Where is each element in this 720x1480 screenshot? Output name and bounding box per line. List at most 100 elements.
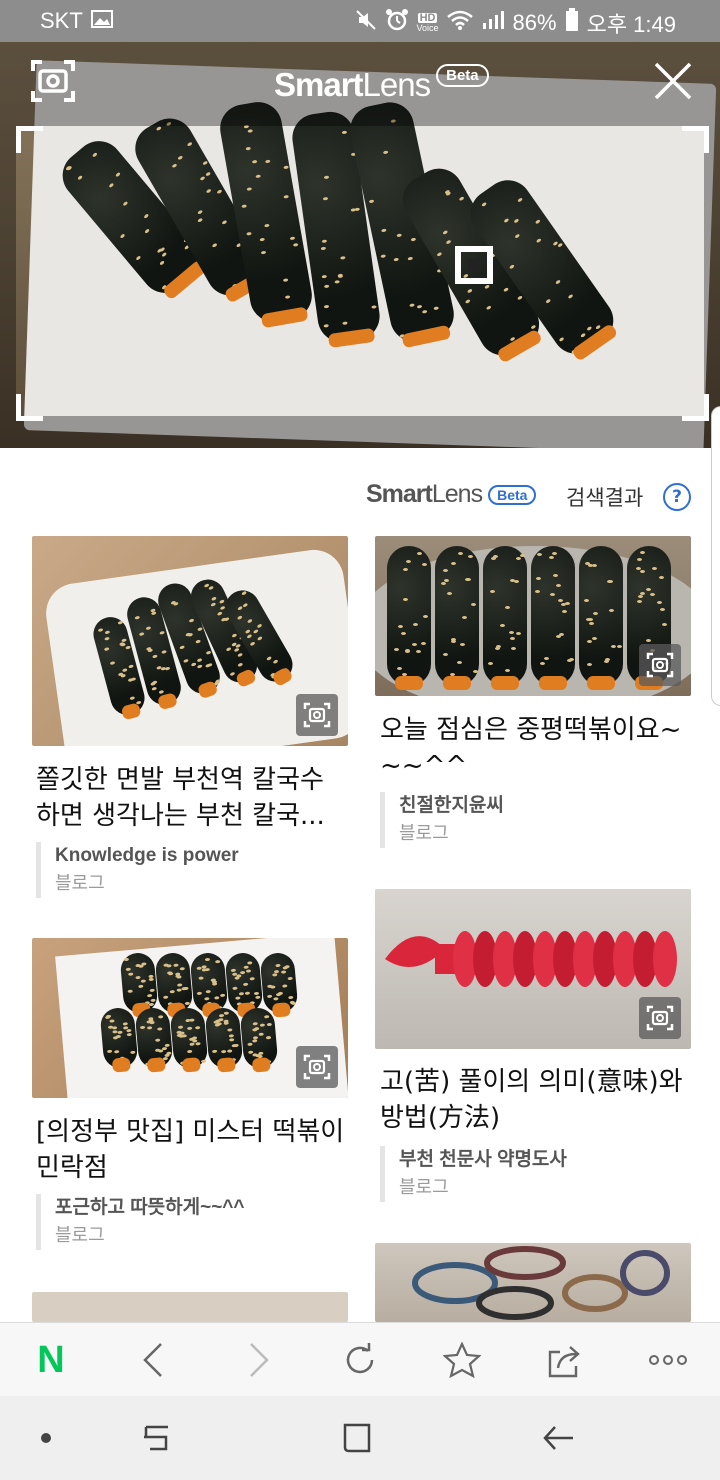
bracelets-image bbox=[375, 1243, 691, 1322]
sesame-seed bbox=[123, 201, 129, 207]
sesame-seed bbox=[214, 996, 219, 999]
result-thumbnail[interactable] bbox=[32, 938, 348, 1098]
sesame-seed bbox=[257, 636, 263, 641]
sesame-seed bbox=[225, 647, 231, 652]
sesame-seed bbox=[177, 988, 182, 991]
forward-icon[interactable] bbox=[236, 1337, 282, 1383]
help-icon[interactable]: ? bbox=[663, 483, 691, 511]
sesame-seed bbox=[335, 280, 340, 284]
sesame-seed bbox=[197, 664, 203, 669]
sesame-seed bbox=[324, 285, 329, 289]
sesame-seed bbox=[381, 254, 387, 258]
lens-search-icon[interactable] bbox=[296, 1046, 338, 1088]
sesame-seed bbox=[227, 1028, 232, 1031]
sesame-seed bbox=[197, 209, 203, 214]
sesame-seed bbox=[509, 264, 515, 269]
lens-search-icon[interactable] bbox=[296, 694, 338, 736]
result-title[interactable]: 쫄깃한 면발 부천역 칼국수 하면 생각나는 부천 칼국... bbox=[36, 762, 346, 834]
sesame-seed bbox=[196, 639, 202, 644]
close-icon[interactable] bbox=[652, 60, 694, 106]
more-icon[interactable] bbox=[645, 1337, 691, 1383]
refresh-icon[interactable] bbox=[337, 1337, 383, 1383]
sesame-seed bbox=[119, 233, 125, 239]
sesame-seed bbox=[176, 975, 181, 978]
sesame-seed bbox=[617, 645, 622, 648]
sesame-seed bbox=[535, 219, 541, 224]
result-meta: 부천 천문사 약명도사 블로그 bbox=[380, 1146, 567, 1202]
naver-home-icon[interactable]: N bbox=[28, 1337, 74, 1383]
battery-percent: 86% bbox=[513, 10, 557, 36]
home-icon[interactable] bbox=[336, 1416, 380, 1460]
sesame-seed bbox=[553, 574, 558, 577]
result-thumbnail-partial[interactable] bbox=[32, 1292, 348, 1322]
sesame-seed bbox=[517, 197, 523, 202]
sesame-seed bbox=[221, 1050, 226, 1053]
sesame-seed bbox=[161, 650, 167, 654]
wifi-icon bbox=[447, 9, 473, 37]
sesame-seed bbox=[219, 599, 225, 604]
sesame-seed bbox=[338, 275, 343, 279]
sesame-seed bbox=[244, 991, 249, 994]
result-thumbnail-partial[interactable] bbox=[375, 1243, 691, 1322]
sesame-seed bbox=[147, 1026, 152, 1029]
lens-header: Smart Lens Beta bbox=[0, 42, 720, 128]
sesame-seed bbox=[403, 568, 408, 571]
result-thumbnail[interactable] bbox=[375, 889, 691, 1049]
sesame-seed bbox=[204, 968, 209, 971]
back-icon[interactable] bbox=[130, 1337, 176, 1383]
bookmark-star-icon[interactable] bbox=[439, 1337, 485, 1383]
lens-search-icon[interactable] bbox=[639, 644, 681, 686]
dot-icon[interactable] bbox=[24, 1416, 68, 1460]
gimbap-roll bbox=[189, 952, 228, 1015]
result-title[interactable]: [의정부 맛집] 미스터 떡볶이 민락점 bbox=[36, 1114, 346, 1186]
sesame-seed bbox=[237, 606, 243, 611]
result-thumbnail[interactable] bbox=[32, 536, 348, 746]
sesame-seed bbox=[105, 1016, 110, 1019]
sesame-seed bbox=[460, 643, 465, 646]
sesame-seed bbox=[323, 175, 328, 179]
focus-point[interactable] bbox=[455, 246, 493, 284]
sesame-seed bbox=[232, 1044, 237, 1047]
result-title[interactable]: 고(苦) 풀이의 의미(意味)와 방법(方法) bbox=[380, 1064, 690, 1136]
sesame-seed bbox=[198, 976, 203, 979]
sesame-seed bbox=[490, 590, 495, 593]
sesame-seed bbox=[443, 653, 448, 656]
lens-search-icon[interactable] bbox=[639, 997, 681, 1039]
recent-apps-icon[interactable] bbox=[134, 1416, 178, 1460]
sesame-seed bbox=[145, 626, 151, 630]
sesame-seed bbox=[208, 586, 214, 591]
gimbap-roll bbox=[435, 546, 479, 686]
result-thumbnail[interactable] bbox=[375, 536, 691, 696]
sesame-seed bbox=[240, 971, 245, 974]
sesame-seed bbox=[187, 1027, 192, 1030]
sesame-seed bbox=[129, 696, 135, 700]
sesame-seed bbox=[107, 1049, 112, 1052]
scan-corner-tl bbox=[16, 126, 43, 153]
sesame-seed bbox=[92, 152, 98, 158]
scan-corner-br bbox=[682, 394, 709, 421]
system-back-icon[interactable] bbox=[536, 1416, 580, 1460]
sesame-seed bbox=[290, 1002, 295, 1005]
carrot-filling bbox=[539, 676, 567, 690]
sesame-seed bbox=[155, 1038, 160, 1041]
sesame-seed bbox=[586, 618, 591, 621]
sesame-seed bbox=[205, 958, 210, 961]
sesame-seed bbox=[149, 978, 154, 981]
sesame-seed bbox=[562, 610, 567, 613]
sesame-seed bbox=[231, 633, 237, 638]
sesame-seed bbox=[592, 637, 597, 640]
result-title[interactable]: 오늘 점심은 중평떡볶이요~ ~~^^ bbox=[380, 712, 690, 784]
sesame-seed bbox=[549, 556, 554, 559]
sesame-seed bbox=[239, 992, 244, 995]
sesame-seed bbox=[259, 1033, 264, 1036]
share-icon[interactable] bbox=[542, 1337, 588, 1383]
sesame-seed bbox=[231, 968, 236, 971]
scroll-handle[interactable] bbox=[711, 406, 720, 706]
sesame-seed bbox=[481, 202, 487, 207]
sesame-seed bbox=[147, 648, 153, 652]
result-author: Knowledge is power bbox=[55, 842, 239, 870]
sesame-seed bbox=[409, 303, 415, 307]
sesame-seed bbox=[233, 987, 238, 990]
lens-capture-icon[interactable] bbox=[30, 59, 76, 107]
sesame-seed bbox=[640, 551, 645, 554]
